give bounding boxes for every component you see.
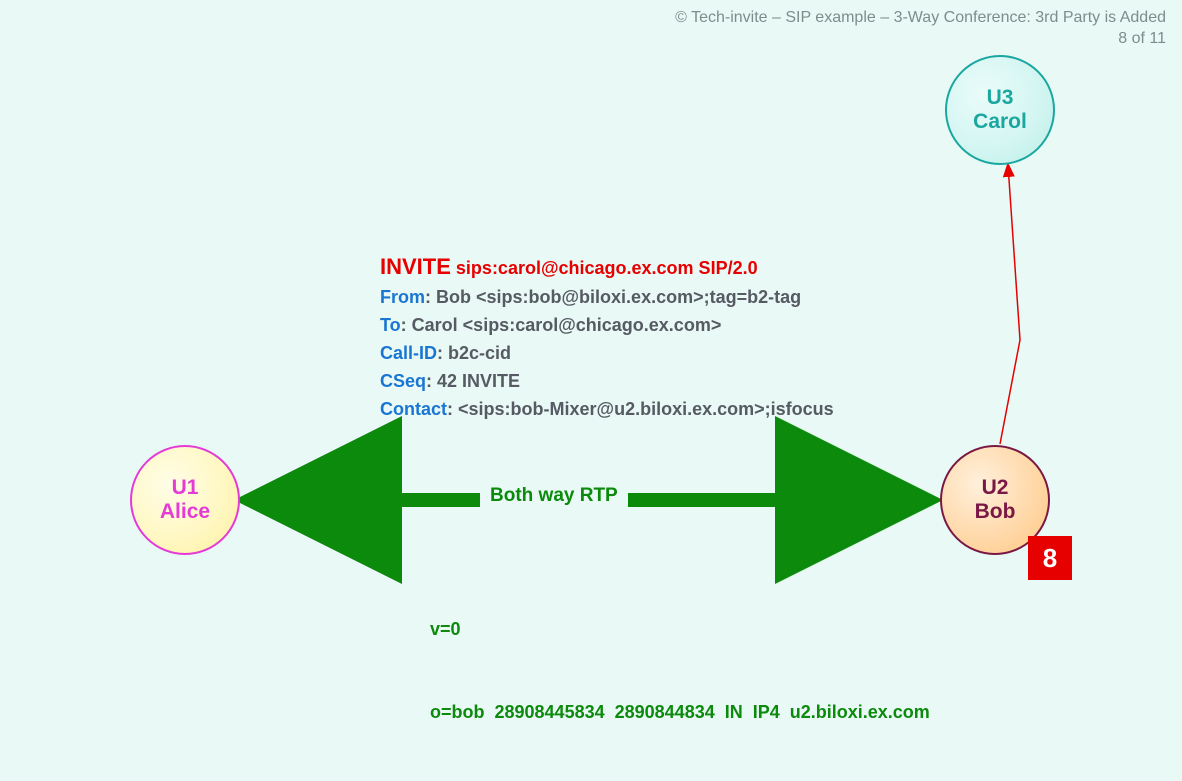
node-bob-name: Bob (975, 500, 1016, 524)
sip-header-cseq: CSeq: 42 INVITE (380, 368, 834, 396)
node-alice-id: U1 (172, 476, 199, 500)
node-carol: U3 Carol (945, 55, 1055, 165)
diagram-header: © Tech-invite – SIP example – 3-Way Conf… (675, 8, 1166, 50)
node-alice-name: Alice (160, 500, 210, 524)
sdp-o: o=bob 28908445834 2890844834 IN IP4 u2.b… (430, 699, 930, 727)
sip-request-uri: sips:carol@chicago.ex.com SIP/2.0 (456, 258, 758, 278)
diagram-title: © Tech-invite – SIP example – 3-Way Conf… (675, 8, 1166, 29)
sip-header-callid: Call-ID: b2c-cid (380, 340, 834, 368)
sip-header-contact: Contact: <sips:bob-Mixer@u2.biloxi.ex.co… (380, 396, 834, 424)
node-alice: U1 Alice (130, 445, 240, 555)
sip-header-to: To: Carol <sips:carol@chicago.ex.com> (380, 312, 834, 340)
sip-message: INVITE sips:carol@chicago.ex.com SIP/2.0… (380, 250, 834, 424)
step-badge: 8 (1028, 536, 1072, 580)
node-carol-id: U3 (987, 86, 1014, 110)
sdp-v: v=0 (430, 616, 930, 644)
sip-method: INVITE (380, 254, 451, 279)
rtp-label: Both way RTP (480, 485, 628, 507)
sip-header-from: From: Bob <sips:bob@biloxi.ex.com>;tag=b… (380, 284, 834, 312)
sip-request-line: INVITE sips:carol@chicago.ex.com SIP/2.0 (380, 250, 834, 284)
diagram-page-number: 8 of 11 (675, 29, 1166, 50)
sdp-body: v=0 o=bob 28908445834 2890844834 IN IP4 … (430, 560, 930, 781)
diagram-canvas: © Tech-invite – SIP example – 3-Way Conf… (0, 0, 1182, 781)
invite-arrow (1000, 165, 1020, 444)
node-carol-name: Carol (973, 110, 1027, 134)
node-bob-id: U2 (982, 476, 1009, 500)
